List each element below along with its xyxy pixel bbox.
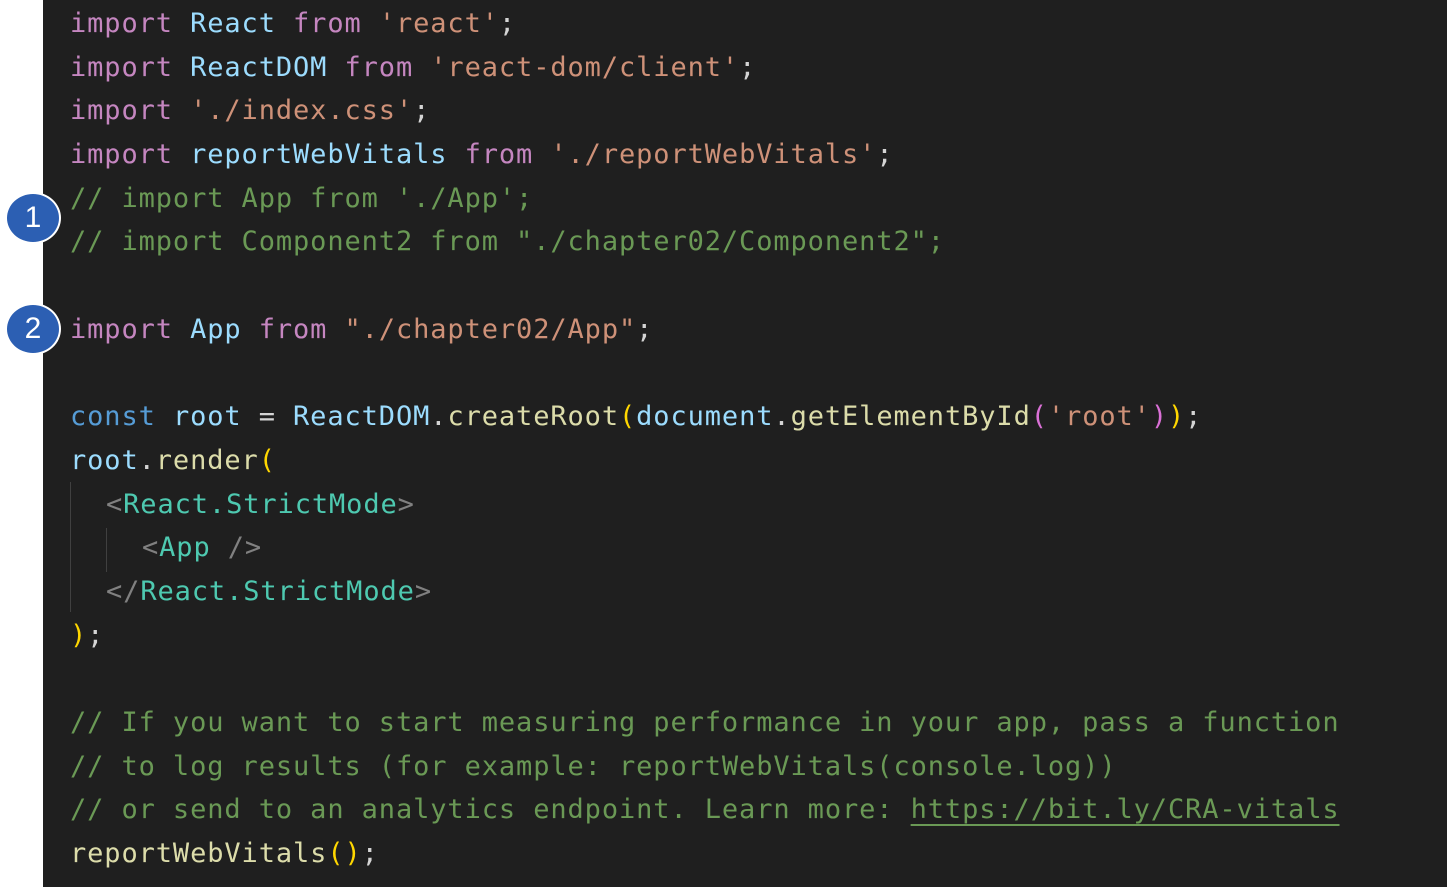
bracket: ( — [619, 401, 637, 433]
keyword: from — [293, 8, 362, 39]
keyword: import — [70, 95, 173, 127]
code-line-10: const root = ReactDOM.createRoot(documen… — [70, 395, 1340, 439]
annotation-badge-1: 1 — [5, 192, 61, 244]
jsx-angle: > — [397, 488, 415, 520]
comment: // import App from './App'; — [70, 182, 534, 214]
code-line-8: import App from "./chapter02/App"; — [70, 308, 1340, 352]
jsx-tag: React.StrictMode — [140, 575, 415, 607]
operator: = — [241, 401, 294, 433]
punctuation: ; — [413, 95, 431, 127]
string-literal: 'react-dom/client' — [430, 51, 740, 83]
punctuation: ; — [87, 619, 105, 651]
code-line-15: ); — [70, 614, 1340, 658]
comment: // import Component2 from "./chapter02/C… — [70, 226, 945, 258]
jsx-angle: > — [414, 575, 432, 607]
identifier: root — [172, 401, 242, 433]
code-line-1: import React from 'react'; — [70, 2, 1340, 46]
punctuation: . — [773, 401, 791, 433]
identifier: reportWebVitals — [190, 139, 448, 171]
punctuation: . — [430, 401, 448, 433]
identifier: ReactDOM — [190, 51, 328, 83]
code-line-14: </React.StrictMode> — [70, 570, 1340, 614]
code-line-4: import reportWebVitals from './reportWeb… — [70, 133, 1340, 177]
comment: // If you want to start measuring perfor… — [70, 707, 1340, 738]
code-line-12: <React.StrictMode> — [70, 483, 1340, 527]
bracket: ) — [1168, 401, 1186, 433]
code-line-20: reportWebVitals(); — [70, 832, 1340, 876]
code-line-7-empty — [70, 264, 1340, 308]
identifier: root — [70, 444, 139, 476]
code-line-6: // import Component2 from "./chapter02/C… — [70, 220, 1340, 264]
string-literal: './reportWebVitals' — [550, 139, 877, 171]
identifier: React — [190, 8, 276, 39]
code-content[interactable]: import React from 'react'; import ReactD… — [70, 2, 1340, 876]
jsx-angle: < — [142, 532, 160, 564]
keyword: from — [258, 313, 328, 345]
string-literal: "./chapter02/App" — [344, 313, 637, 345]
code-line-11: root.render( — [70, 439, 1340, 483]
code-line-18: // to log results (for example: reportWe… — [70, 745, 1340, 789]
punctuation: ; — [361, 838, 379, 870]
screenshot: import React from 'react'; import ReactD… — [0, 0, 1447, 887]
comment: // to log results (for example: reportWe… — [70, 750, 1117, 782]
keyword: from — [344, 51, 414, 83]
bracket: ) — [344, 838, 362, 870]
string-literal: 'react' — [378, 8, 499, 39]
jsx-angle: /> — [210, 532, 263, 564]
identifier: ReactDOM — [293, 401, 431, 433]
keyword: import — [70, 313, 173, 345]
identifier: App — [190, 313, 242, 345]
function-name: reportWebVitals — [70, 838, 328, 870]
bracket: ( — [258, 444, 276, 476]
punctuation: . — [138, 444, 156, 476]
punctuation: ; — [1185, 401, 1203, 433]
code-line-5: // import App from './App'; — [70, 177, 1340, 221]
comment: // or send to an analytics endpoint. Lea… — [70, 794, 911, 826]
code-line-9-empty — [70, 352, 1340, 396]
code-line-3: import './index.css'; — [70, 89, 1340, 133]
declaration-keyword: const — [70, 401, 156, 433]
punctuation: ; — [876, 139, 894, 171]
keyword: import — [70, 51, 173, 83]
function-name: getElementById — [790, 401, 1031, 433]
jsx-tag: App — [159, 532, 211, 564]
jsx-angle: </ — [106, 575, 141, 607]
keyword: from — [464, 139, 534, 171]
bracket: ) — [1150, 401, 1168, 433]
identifier: document — [636, 401, 774, 433]
comment-link[interactable]: https://bit.ly/CRA-vitals — [911, 794, 1340, 825]
string-literal: 'root' — [1047, 401, 1151, 433]
string-literal: './index.css' — [190, 95, 414, 127]
punctuation: ; — [498, 8, 517, 39]
code-line-13: <App /> — [70, 526, 1340, 570]
keyword: import — [70, 139, 173, 171]
code-line-19: // or send to an analytics endpoint. Lea… — [70, 788, 1340, 832]
function-name: render — [155, 444, 259, 476]
code-line-17: // If you want to start measuring perfor… — [70, 701, 1340, 745]
bracket: ( — [1030, 401, 1048, 433]
function-name: createRoot — [447, 401, 619, 433]
annotation-badge-2: 2 — [5, 303, 61, 355]
bracket: ( — [327, 838, 345, 870]
keyword: import — [70, 8, 173, 39]
code-line-16-empty — [70, 657, 1340, 701]
jsx-angle: < — [106, 488, 124, 520]
jsx-tag: React.StrictMode — [123, 488, 398, 520]
bracket: ) — [70, 619, 88, 651]
punctuation: ; — [739, 51, 757, 83]
code-line-2: import ReactDOM from 'react-dom/client'; — [70, 46, 1340, 90]
punctuation: ; — [636, 313, 654, 345]
